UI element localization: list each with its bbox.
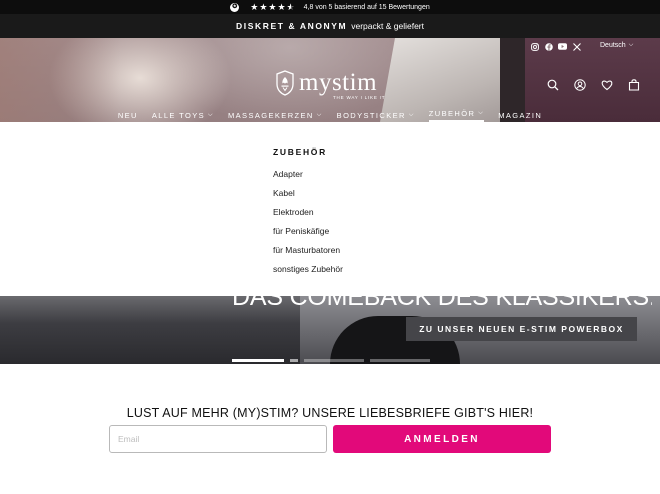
rating-badge-icon: ✪ [230, 2, 240, 12]
social-links [530, 42, 581, 51]
nav-label: MASSAGEKERZEN [228, 110, 314, 120]
instagram-icon[interactable] [530, 42, 539, 51]
dropdown-item-masturbatoren[interactable]: für Masturbatoren [273, 244, 343, 263]
language-label: Deutsch [600, 42, 626, 49]
zubehoer-dropdown-menu: ZUBEHÖR Adapter Kabel Elektroden für Pen… [0, 122, 660, 296]
dropdown-item-elektroden[interactable]: Elektroden [273, 206, 343, 225]
star-icon: ★ [277, 1, 286, 12]
chevron-down-icon: ⌵ [628, 42, 634, 48]
newsletter-heading: LUST AUF MEHR (MY)STIM? UNSERE LIEBESBRI… [126, 406, 534, 420]
nav-item-zubehoer[interactable]: ZUBEHÖR ⌵ [428, 108, 485, 122]
chevron-down-icon: ⌵ [408, 111, 415, 118]
search-icon[interactable] [546, 78, 560, 92]
announcement-highlight: DISKRET & ANONYM [236, 21, 348, 31]
wishlist-heart-icon[interactable] [600, 78, 614, 92]
site-logo[interactable]: mystim [275, 70, 377, 96]
rating-text: 4,8 von 5 basierend auf 15 Bewertungen [303, 3, 430, 11]
account-icon[interactable] [573, 78, 587, 92]
main-navigation: NEU ALLE TOYS ⌵ MASSAGEKERZEN ⌵ BODYSTICKE… [0, 108, 660, 122]
hero-cta-button[interactable]: ZU UNSER NEUEN E-STIM POWERBOX [406, 317, 637, 341]
slider-dot[interactable] [290, 359, 298, 362]
newsletter-signup-button[interactable]: ANMELDEN [333, 425, 551, 453]
dropdown-list: Adapter Kabel Elektroden für Peniskäfige… [273, 168, 343, 282]
dropdown-item-adapter[interactable]: Adapter [273, 168, 343, 187]
dropdown-item-sonstiges[interactable]: sonstiges Zubehör [273, 263, 343, 282]
star-icon: ★ [268, 1, 277, 12]
youtube-icon[interactable] [558, 42, 567, 51]
nav-label: NEU [117, 110, 138, 120]
nav-item-bodysticker[interactable]: BODYSTICKER ⌵ [337, 108, 415, 122]
chevron-down-icon: ⌵ [208, 111, 214, 118]
nav-label: ALLE TOYS [151, 110, 206, 120]
chevron-down-icon: ⌵ [478, 110, 485, 116]
page: ✪ ★ ★ ★ ★ ★ 4,8 von 5 basierend auf 15 B… [0, 0, 660, 494]
logo-tagline: THE WAY I LIKE IT [333, 95, 386, 100]
nav-item-massagekerzen[interactable]: MASSAGEKERZEN ⌵ [228, 108, 323, 122]
logo-wordmark: mystim [299, 69, 378, 96]
announcement-text: verpackt & geliefert [351, 21, 424, 31]
nav-label: BODYSTICKER [336, 110, 406, 120]
slider-dot[interactable] [304, 359, 364, 362]
nav-label: ZUBEHÖR [428, 109, 476, 118]
dropdown-title[interactable]: ZUBEHÖR [273, 147, 327, 157]
announcement-bar: DISKRET & ANONYM verpackt & geliefert [0, 14, 660, 38]
slider-dot-active[interactable] [232, 359, 284, 362]
nav-item-alle-toys[interactable]: ALLE TOYS ⌵ [152, 108, 214, 122]
slider-dot[interactable] [370, 359, 430, 362]
star-icon: ★ [250, 1, 259, 12]
nav-label: MAGAZIN [498, 110, 543, 120]
chevron-down-icon: ⌵ [316, 111, 323, 118]
nav-item-magazin[interactable]: MAGAZIN [498, 108, 542, 122]
half-star-icon: ★ [287, 2, 295, 12]
cart-icon[interactable] [627, 78, 641, 92]
star-icon: ★ [259, 1, 268, 12]
facebook-icon[interactable] [544, 42, 553, 51]
x-icon[interactable] [572, 42, 581, 51]
language-selector[interactable]: Deutsch ⌵ [600, 42, 633, 49]
logo-crest-icon [276, 70, 294, 96]
rating-bar[interactable]: ✪ ★ ★ ★ ★ ★ 4,8 von 5 basierend auf 15 B… [0, 0, 660, 14]
rating-stars: ★ ★ ★ ★ ★ [250, 1, 295, 12]
dropdown-item-kabel[interactable]: Kabel [273, 187, 343, 206]
email-field[interactable] [109, 425, 327, 453]
newsletter-section: LUST AUF MEHR (MY)STIM? UNSERE LIEBESBRI… [0, 364, 660, 494]
dropdown-item-peniskaefige[interactable]: für Peniskäfige [273, 225, 343, 244]
slider-pagination [232, 359, 430, 362]
nav-item-neu[interactable]: NEU [118, 108, 138, 122]
header-actions [546, 78, 641, 92]
